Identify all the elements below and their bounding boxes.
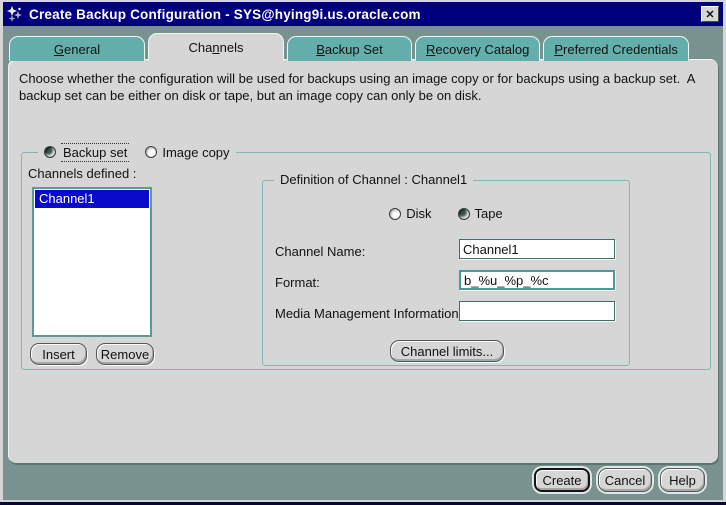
backup-set-radio[interactable] (44, 146, 56, 158)
tape-radio[interactable] (458, 208, 470, 220)
remove-button[interactable]: Remove (96, 343, 154, 365)
format-label: Format: (275, 275, 320, 290)
channel-name-input[interactable] (459, 239, 615, 259)
tab-label: Backup Set (316, 42, 383, 57)
help-button[interactable]: Help (660, 468, 705, 492)
image-copy-radio-item[interactable]: Image copy (145, 145, 229, 160)
backup-type-groupbox: Backup set Image copy Channels defined :… (21, 152, 711, 370)
tab-recovery-catalog[interactable]: Recovery Catalog (415, 36, 540, 61)
channels-defined-label: Channels defined : (28, 166, 136, 181)
cancel-button[interactable]: Cancel (598, 468, 652, 492)
disk-label: Disk (406, 206, 431, 221)
backup-set-label: Backup set (61, 143, 129, 162)
close-button[interactable]: ✕ (701, 6, 719, 22)
tab-general[interactable]: General (9, 36, 145, 61)
tab-label: Preferred Credentials (554, 42, 678, 57)
tab-label: Channels (189, 40, 244, 55)
list-button-row: Insert Remove (30, 343, 154, 365)
channel-name-label: Channel Name: (275, 244, 365, 259)
device-type-radio-group: Disk Tape (263, 206, 629, 221)
backup-set-radio-item[interactable]: Backup set (44, 143, 129, 162)
disk-radio-item[interactable]: Disk (389, 206, 431, 221)
tab-label: Recovery Catalog (426, 42, 529, 57)
tab-label: General (54, 42, 100, 57)
disk-radio[interactable] (389, 208, 401, 220)
backup-type-radio-group: Backup set Image copy (38, 142, 236, 162)
app-icon (7, 6, 24, 23)
channel-definition-legend: Definition of Channel : Channel1 (274, 172, 473, 187)
insert-button[interactable]: Insert (30, 343, 87, 365)
image-copy-label: Image copy (162, 145, 229, 160)
tab-backup-set[interactable]: Backup Set (287, 36, 412, 61)
channel-definition-groupbox: Definition of Channel : Channel1 Disk Ta… (262, 180, 630, 366)
create-backup-configuration-dialog: Create Backup Configuration - SYS@hying9… (0, 0, 726, 505)
media-management-label: Media Management Information: (275, 306, 462, 321)
list-item-channel1[interactable]: Channel1 (35, 190, 149, 208)
action-button-row: Create Cancel Help (534, 468, 705, 492)
format-input[interactable] (459, 270, 615, 290)
tape-label: Tape (475, 206, 503, 221)
window-title: Create Backup Configuration - SYS@hying9… (29, 7, 421, 22)
title-bar[interactable]: Create Backup Configuration - SYS@hying9… (3, 2, 723, 26)
tab-channels[interactable]: Channels (148, 33, 284, 61)
image-copy-radio[interactable] (145, 146, 157, 158)
channels-tab-panel: Choose whether the configuration will be… (8, 59, 718, 463)
description-text: Choose whether the configuration will be… (19, 70, 713, 104)
media-management-input[interactable] (459, 301, 615, 321)
channel-limits-button[interactable]: Channel limits... (390, 340, 504, 362)
create-button[interactable]: Create (534, 468, 590, 492)
tab-preferred-credentials[interactable]: Preferred Credentials (543, 36, 689, 61)
tape-radio-item[interactable]: Tape (458, 206, 503, 221)
channels-listbox[interactable]: Channel1 (32, 187, 152, 337)
tab-bar: General Channels Backup Set Recovery Cat… (9, 33, 689, 61)
close-icon: ✕ (705, 8, 714, 21)
dialog-body: General Channels Backup Set Recovery Cat… (3, 26, 723, 500)
